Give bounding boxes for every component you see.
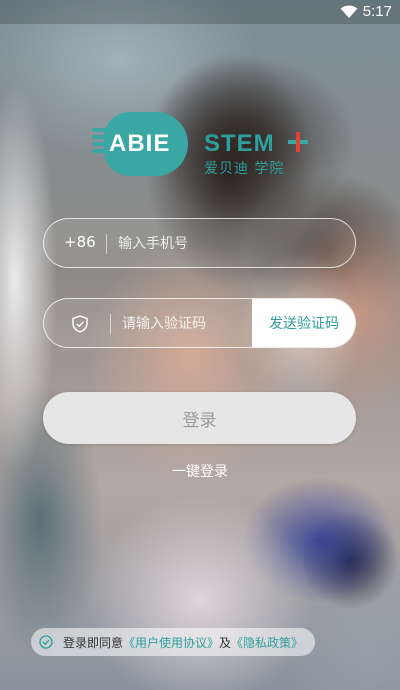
country-code[interactable]: +86 (64, 233, 96, 251)
logo-brand-right: STEM (204, 130, 275, 157)
wifi-icon (340, 5, 358, 23)
code-field: 发送验证码 (43, 298, 356, 348)
logo-subtitle: 爱贝迪 学院 (204, 161, 285, 177)
one-key-login-link[interactable]: 一键登录 (0, 461, 400, 481)
user-agreement-link[interactable]: 《用户使用协议》 (123, 634, 219, 651)
app-logo: ABIE STEM 爱贝迪 学院 (92, 110, 314, 180)
login-button[interactable]: 登录 (43, 392, 356, 444)
logo-brand-left: ABIE (109, 130, 171, 157)
privacy-policy-link[interactable]: 《隐私政策》 (231, 634, 303, 651)
shield-check-icon (72, 315, 88, 333)
plus-icon (288, 132, 308, 152)
phone-input[interactable] (116, 229, 340, 259)
status-bar: 5:17 (0, 0, 400, 24)
divider (106, 234, 107, 254)
status-time: 5:17 (362, 3, 392, 20)
send-code-button[interactable]: 发送验证码 (252, 299, 355, 347)
code-input[interactable] (120, 309, 244, 339)
agreement-prefix: 登录即同意 (63, 635, 124, 650)
phone-field: +86 (43, 218, 356, 268)
agreement-bar: 登录即同意 《用户使用协议》 及 《隐私政策》 (31, 628, 316, 656)
check-circle-icon[interactable] (39, 635, 53, 649)
agreement-joiner: 及 (219, 635, 232, 650)
divider (110, 314, 111, 334)
